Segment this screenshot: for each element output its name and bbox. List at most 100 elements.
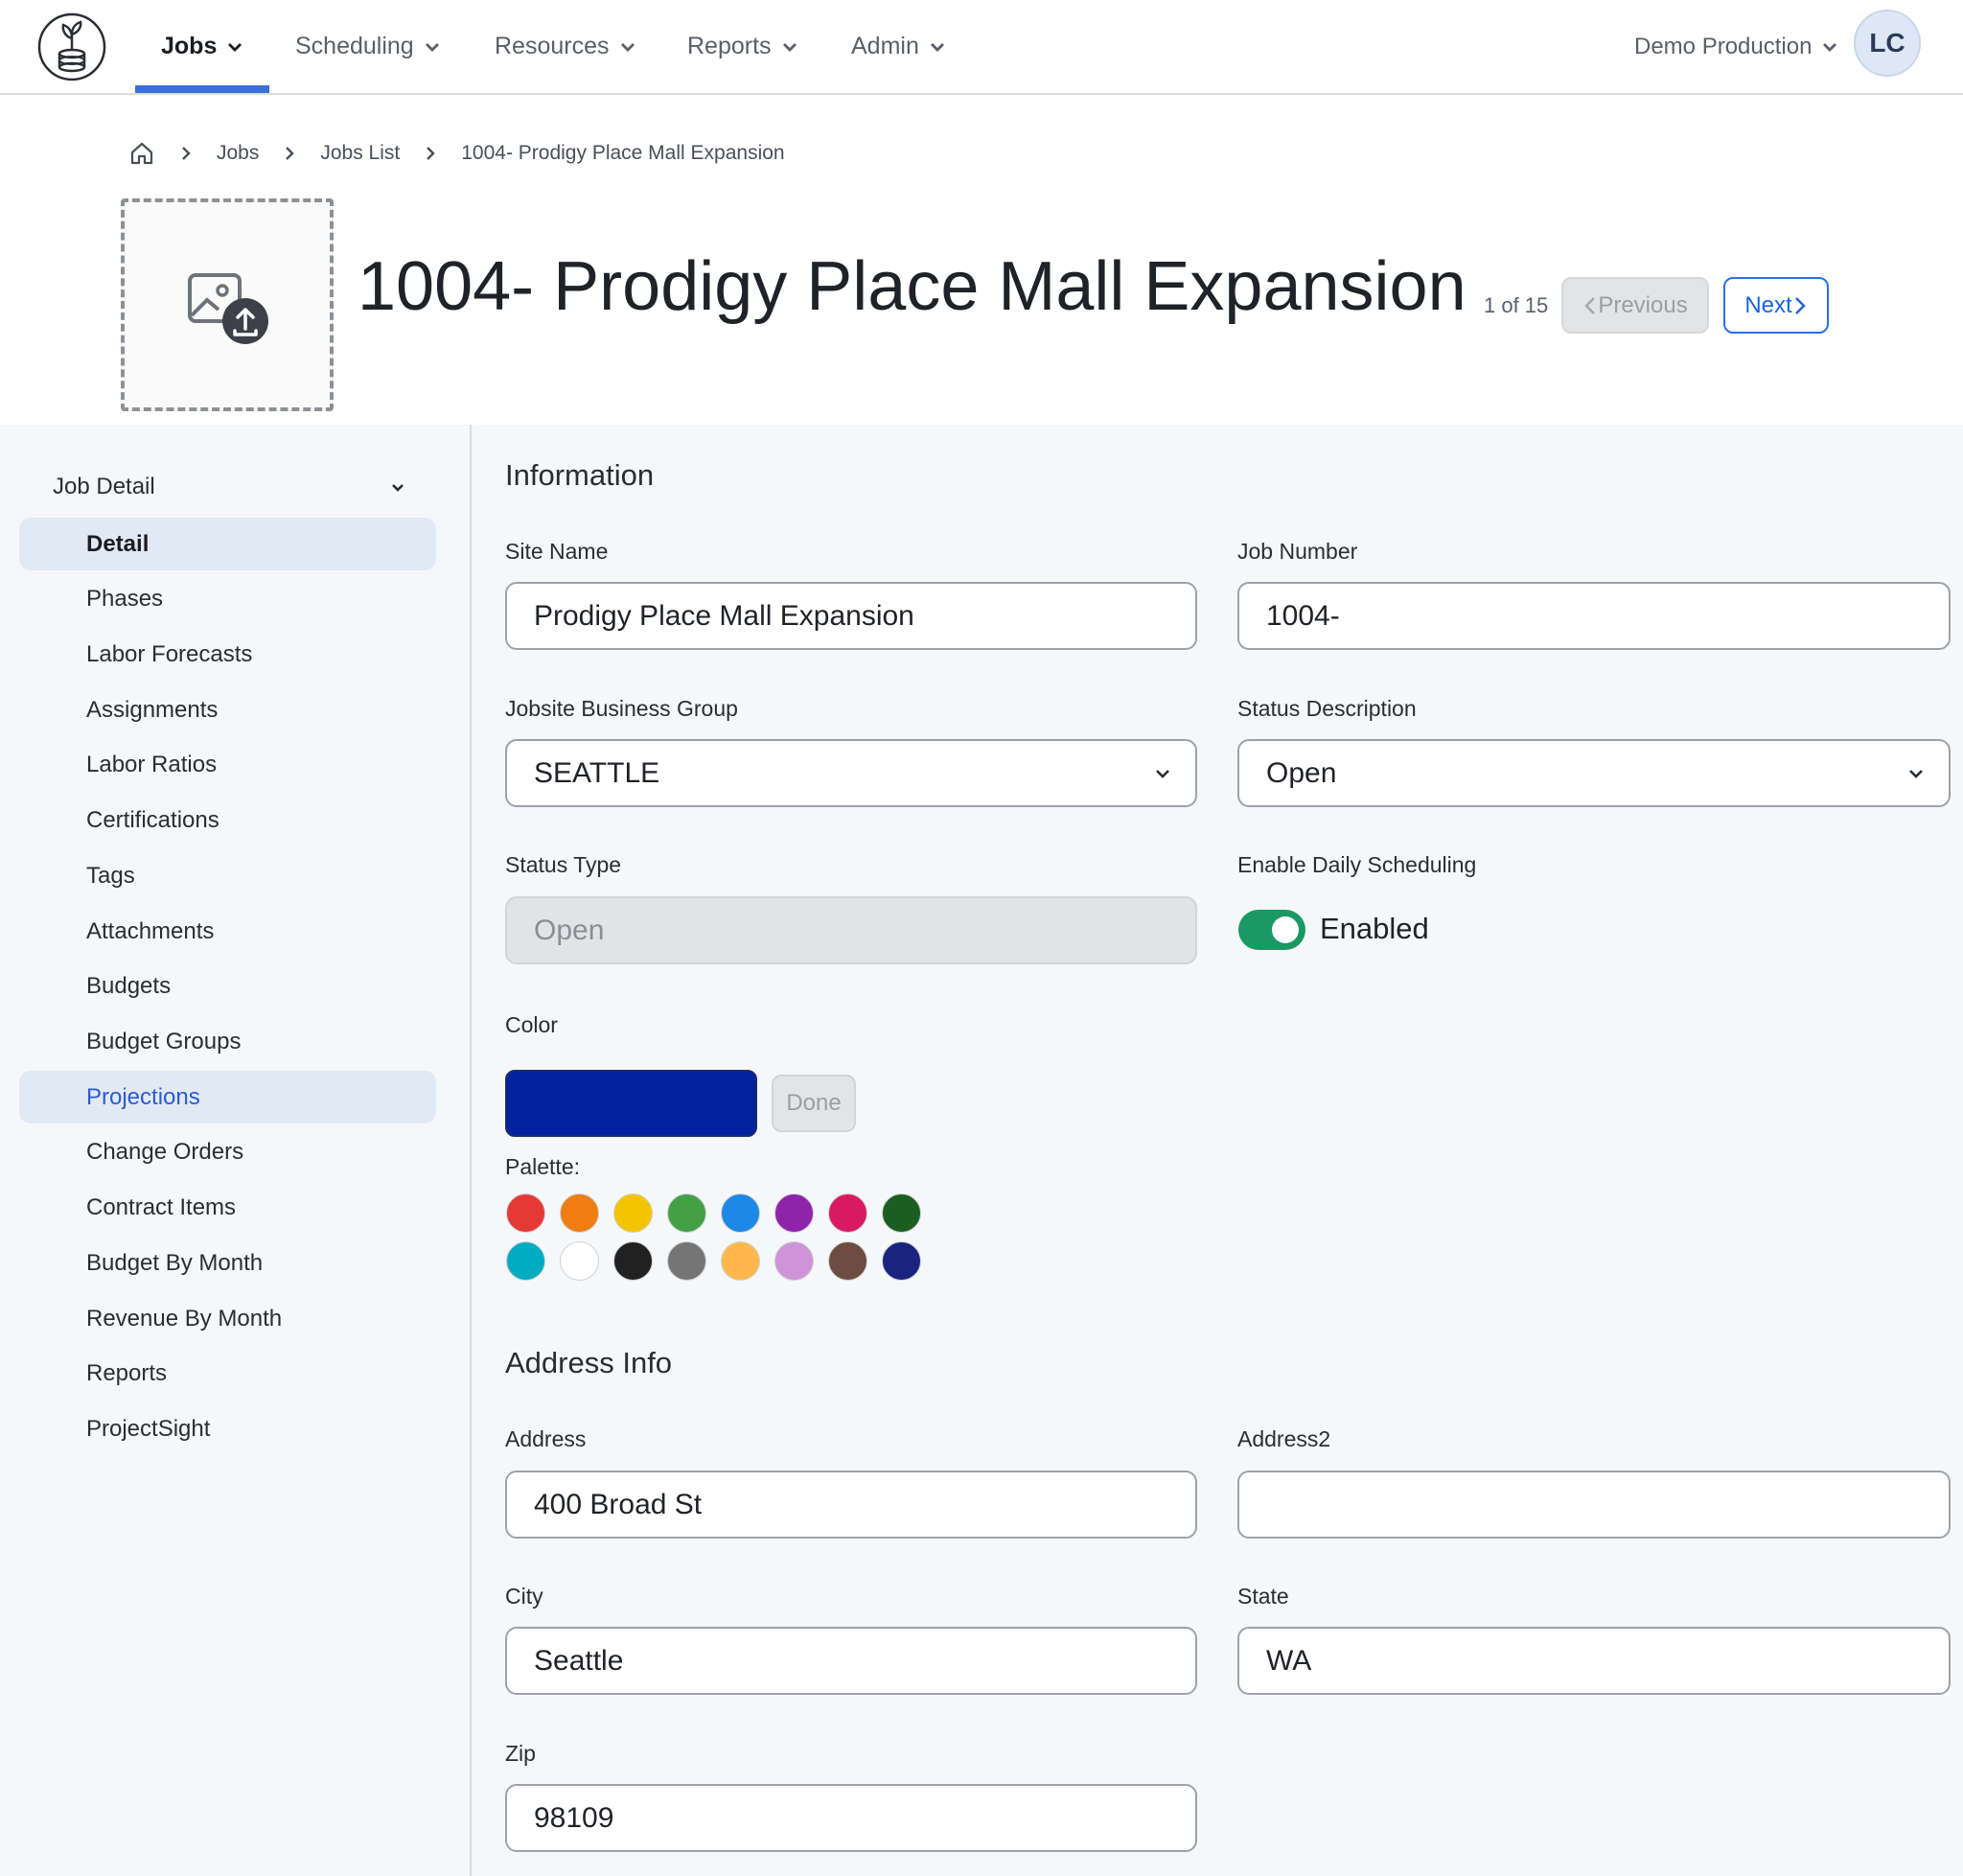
city-input[interactable]: Seattle	[505, 1627, 1197, 1695]
status-type-input: Open	[505, 896, 1197, 964]
palette-color-swatch[interactable]	[506, 1241, 545, 1281]
user-avatar[interactable]: LC	[1854, 10, 1921, 77]
palette-color-swatch[interactable]	[774, 1241, 814, 1281]
nav-admin[interactable]: Admin	[851, 0, 946, 93]
sidebar-item-budget-by-month[interactable]: Budget By Month	[19, 1237, 436, 1289]
sidebar-item-budgets[interactable]: Budgets	[19, 960, 436, 1012]
next-button[interactable]: Next	[1723, 277, 1829, 334]
image-upload-icon	[188, 273, 268, 344]
zip-input[interactable]: 98109	[505, 1784, 1197, 1852]
breadcrumb: Jobs Jobs List 1004- Prodigy Place Mall …	[128, 138, 785, 169]
status-description-select[interactable]: Open	[1237, 739, 1951, 807]
city-label: City	[505, 1584, 543, 1609]
next-button-label: Next	[1744, 291, 1792, 318]
previous-button[interactable]: Previous	[1561, 277, 1709, 334]
palette-color-swatch[interactable]	[560, 1193, 599, 1233]
palette-color-swatch[interactable]	[667, 1193, 706, 1233]
chevron-down-icon	[425, 42, 439, 52]
palette-color-swatch[interactable]	[613, 1241, 653, 1281]
palette-color-swatch[interactable]	[560, 1241, 599, 1281]
chevron-right-icon	[427, 147, 435, 160]
chevron-down-icon	[1156, 770, 1169, 778]
sidebar-item-labor-forecasts[interactable]: Labor Forecasts	[19, 628, 436, 681]
pager-count: 1 of 15	[1484, 293, 1549, 317]
sidebar-item-reports[interactable]: Reports	[19, 1347, 436, 1400]
nav-resources[interactable]: Resources	[495, 0, 636, 93]
site-name-label: Site Name	[505, 539, 609, 564]
status-description-label: Status Description	[1237, 696, 1417, 721]
sidebar-item-projectsight[interactable]: ProjectSight	[19, 1402, 436, 1455]
company-logo-icon[interactable]	[36, 12, 107, 82]
sidebar-group-job-detail[interactable]: Job Detail	[53, 470, 417, 504]
palette-color-swatch[interactable]	[721, 1241, 760, 1281]
palette-color-swatch[interactable]	[882, 1193, 921, 1233]
nav-scheduling[interactable]: Scheduling	[295, 0, 441, 93]
nav-resources-label: Resources	[495, 33, 610, 59]
palette-color-swatch[interactable]	[721, 1193, 760, 1233]
address-section-title: Address Info	[505, 1346, 673, 1379]
chevron-right-icon	[182, 147, 191, 160]
sidebar-item-assignments[interactable]: Assignments	[19, 683, 436, 736]
sidebar-item-change-orders[interactable]: Change Orders	[19, 1125, 436, 1178]
palette-color-swatch[interactable]	[774, 1193, 814, 1233]
site-name-input[interactable]: Prodigy Place Mall Expansion	[505, 582, 1197, 650]
chevron-left-icon	[1584, 296, 1596, 314]
done-button[interactable]: Done	[772, 1075, 856, 1132]
state-label: State	[1237, 1584, 1289, 1609]
nav-reports-label: Reports	[687, 33, 772, 59]
organization-switcher[interactable]: Demo Production	[1634, 0, 1838, 93]
sidebar-item-detail[interactable]: Detail	[19, 518, 436, 570]
palette-color-swatch[interactable]	[882, 1241, 921, 1281]
sidebar-item-contract-items[interactable]: Contract Items	[19, 1181, 436, 1234]
nav-reports[interactable]: Reports	[687, 0, 798, 93]
home-icon[interactable]	[128, 140, 155, 167]
sidebar-item-tags[interactable]: Tags	[19, 849, 436, 902]
top-navigation: Jobs Scheduling Resources Reports Admin …	[0, 0, 1963, 95]
palette-color-swatch[interactable]	[828, 1193, 867, 1233]
sidebar-item-budget-groups[interactable]: Budget Groups	[19, 1015, 436, 1068]
sidebar-divider	[470, 425, 472, 1876]
address-label: Address	[505, 1426, 587, 1451]
address-input[interactable]: 400 Broad St	[505, 1471, 1197, 1539]
state-input[interactable]: WA	[1237, 1627, 1951, 1695]
information-section-title: Information	[505, 458, 655, 492]
breadcrumb-jobs[interactable]: Jobs	[217, 142, 259, 165]
breadcrumb-jobs-list[interactable]: Jobs List	[320, 142, 400, 165]
business-group-select[interactable]: SEATTLE	[505, 739, 1197, 807]
palette-color-swatch[interactable]	[828, 1241, 867, 1281]
chevron-right-icon	[1794, 296, 1806, 314]
job-number-input[interactable]: 1004-	[1237, 582, 1951, 650]
sidebar-item-projections[interactable]: Projections	[19, 1071, 436, 1123]
business-group-label: Jobsite Business Group	[505, 696, 738, 721]
sidebar-item-phases[interactable]: Phases	[19, 572, 436, 625]
address2-input[interactable]	[1237, 1471, 1951, 1539]
nav-scheduling-label: Scheduling	[295, 33, 414, 59]
nav-jobs-label: Jobs	[161, 33, 218, 59]
address2-label: Address2	[1237, 1426, 1331, 1451]
sidebar-item-labor-ratios[interactable]: Labor Ratios	[19, 738, 436, 791]
sidebar-item-attachments[interactable]: Attachments	[19, 905, 436, 958]
chevron-down-icon	[228, 42, 242, 52]
sidebar-item-revenue-by-month[interactable]: Revenue By Month	[19, 1292, 436, 1345]
palette-color-swatch[interactable]	[506, 1193, 545, 1233]
job-image-upload[interactable]	[121, 198, 334, 411]
daily-scheduling-status: Enabled	[1320, 912, 1429, 945]
palette-color-swatch[interactable]	[667, 1241, 706, 1281]
color-label: Color	[505, 1012, 558, 1037]
daily-scheduling-toggle[interactable]	[1238, 910, 1305, 950]
chevron-right-icon	[286, 147, 295, 160]
chevron-down-icon	[620, 42, 635, 52]
nav-jobs[interactable]: Jobs	[161, 0, 243, 93]
chevron-down-icon	[782, 42, 797, 52]
job-number-label: Job Number	[1237, 539, 1358, 564]
sidebar-item-certifications[interactable]: Certifications	[19, 794, 436, 846]
palette-color-swatch[interactable]	[613, 1193, 653, 1233]
color-picker-swatch[interactable]	[505, 1070, 757, 1137]
chevron-down-icon	[930, 42, 944, 52]
zip-label: Zip	[505, 1741, 536, 1766]
nav-admin-label: Admin	[851, 33, 919, 59]
breadcrumb-current: 1004- Prodigy Place Mall Expansion	[461, 142, 785, 164]
previous-button-label: Previous	[1598, 291, 1688, 318]
active-nav-indicator	[135, 85, 269, 93]
organization-name: Demo Production	[1634, 33, 1813, 59]
